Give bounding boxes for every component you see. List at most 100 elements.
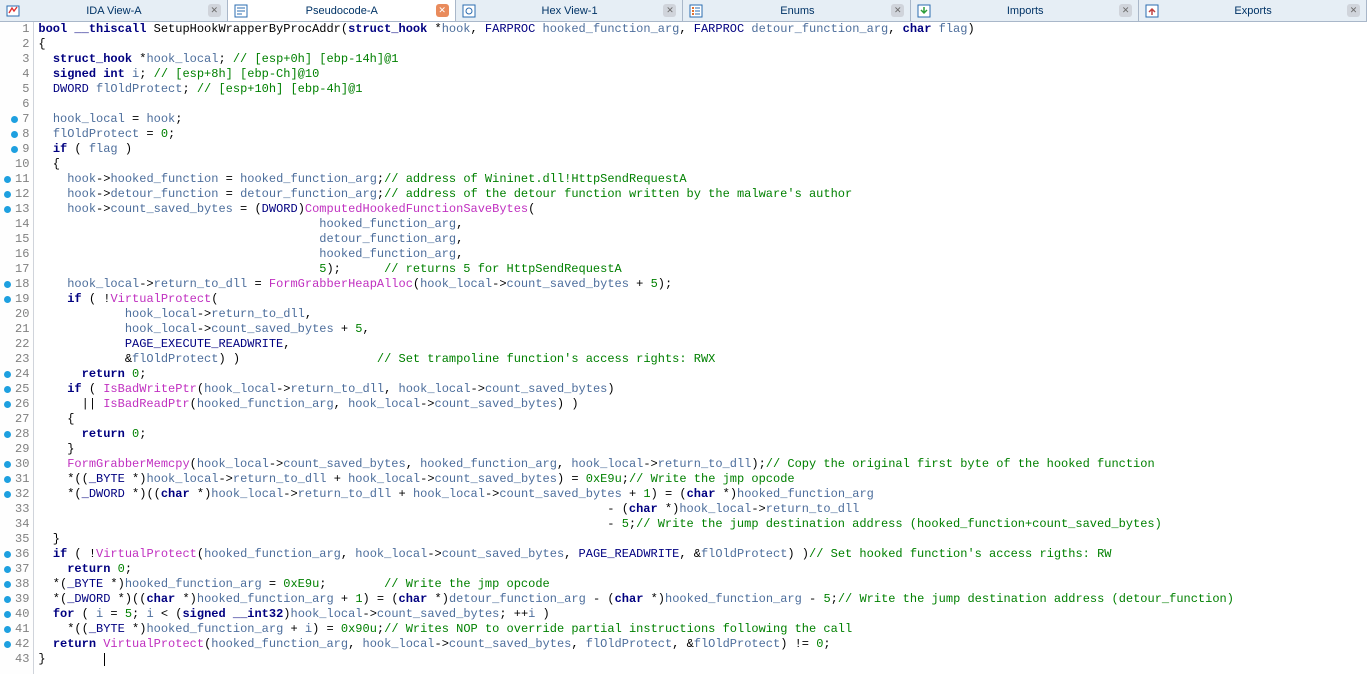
breakpoint-dot[interactable]	[4, 176, 11, 183]
code-line[interactable]: return VirtualProtect(hooked_function_ar…	[38, 637, 1234, 652]
code-line[interactable]: return 0;	[38, 562, 1234, 577]
code-line[interactable]: for ( i = 5; i < (signed __int32)hook_lo…	[38, 607, 1234, 622]
code-line[interactable]: hook->detour_function = detour_function_…	[38, 187, 1234, 202]
breakpoint-dot[interactable]	[4, 401, 11, 408]
tab-hex-view[interactable]: Hex View-1 ✕	[456, 0, 684, 21]
close-icon[interactable]: ✕	[436, 4, 449, 17]
code-line[interactable]: }	[38, 532, 1234, 547]
code-line[interactable]: }	[38, 442, 1234, 457]
code-line[interactable]: signed int i; // [esp+8h] [ebp-Ch]@10	[38, 67, 1234, 82]
code-line[interactable]: if ( !VirtualProtect(hooked_function_arg…	[38, 547, 1234, 562]
code-line[interactable]: || IsBadReadPtr(hooked_function_arg, hoo…	[38, 397, 1234, 412]
close-icon[interactable]: ✕	[1347, 4, 1360, 17]
code-line[interactable]: {	[38, 157, 1234, 172]
code-line[interactable]: bool __thiscall SetupHookWrapperByProcAd…	[38, 22, 1234, 37]
close-icon[interactable]: ✕	[1119, 4, 1132, 17]
breakpoint-dot[interactable]	[4, 326, 11, 333]
code-line[interactable]: hook_local->return_to_dll,	[38, 307, 1234, 322]
code-line[interactable]: hook_local->count_saved_bytes + 5,	[38, 322, 1234, 337]
breakpoint-dot[interactable]	[4, 356, 11, 363]
breakpoint-dot[interactable]	[4, 251, 11, 258]
breakpoint-dot[interactable]	[4, 431, 11, 438]
breakpoint-dot[interactable]	[4, 461, 11, 468]
breakpoint-dot[interactable]	[4, 371, 11, 378]
code-line[interactable]: if ( !VirtualProtect(	[38, 292, 1234, 307]
tab-enums[interactable]: Enums ✕	[683, 0, 911, 21]
breakpoint-dot[interactable]	[11, 71, 18, 78]
breakpoint-dot[interactable]	[11, 101, 18, 108]
code-line[interactable]	[38, 97, 1234, 112]
code-line[interactable]: &flOldProtect) ) // Set trampoline funct…	[38, 352, 1234, 367]
tab-imports[interactable]: Imports ✕	[911, 0, 1139, 21]
breakpoint-dot[interactable]	[4, 296, 11, 303]
code-line[interactable]: - (char *)hook_local->return_to_dll	[38, 502, 1234, 517]
code-line[interactable]: hook_local = hook;	[38, 112, 1234, 127]
breakpoint-dot[interactable]	[4, 566, 11, 573]
breakpoint-dot[interactable]	[4, 386, 11, 393]
code-line[interactable]: return 0;	[38, 367, 1234, 382]
breakpoint-dot[interactable]	[4, 611, 11, 618]
code-line[interactable]: - 5;// Write the jump destination addres…	[38, 517, 1234, 532]
breakpoint-dot[interactable]	[4, 521, 11, 528]
code-line[interactable]: *(_BYTE *)hooked_function_arg = 0xE9u; /…	[38, 577, 1234, 592]
code-line[interactable]: *(_DWORD *)((char *)hooked_function_arg …	[38, 592, 1234, 607]
breakpoint-dot[interactable]	[4, 581, 11, 588]
breakpoint-dot[interactable]	[4, 476, 11, 483]
code-line[interactable]: struct_hook *hook_local; // [esp+0h] [eb…	[38, 52, 1234, 67]
pseudocode-editor[interactable]: 1234567891011121314151617181920212223242…	[0, 22, 1367, 674]
close-icon[interactable]: ✕	[891, 4, 904, 17]
breakpoint-dot[interactable]	[4, 416, 11, 423]
tab-pseudocode[interactable]: Pseudocode-A ✕	[228, 0, 456, 21]
breakpoint-dot[interactable]	[4, 311, 11, 318]
code-line[interactable]: {	[38, 37, 1234, 52]
tab-ida-view[interactable]: IDA View-A ✕	[0, 0, 228, 21]
code-line[interactable]: hooked_function_arg,	[38, 217, 1234, 232]
code-line[interactable]: DWORD flOldProtect; // [esp+10h] [ebp-4h…	[38, 82, 1234, 97]
code-line[interactable]: FormGrabberMemcpy(hook_local->count_save…	[38, 457, 1234, 472]
breakpoint-dot[interactable]	[4, 551, 11, 558]
code-line[interactable]: hook->count_saved_bytes = (DWORD)Compute…	[38, 202, 1234, 217]
breakpoint-dot[interactable]	[4, 191, 11, 198]
close-icon[interactable]: ✕	[663, 4, 676, 17]
code-line[interactable]: hooked_function_arg,	[38, 247, 1234, 262]
code-line[interactable]: PAGE_EXECUTE_READWRITE,	[38, 337, 1234, 352]
code-line[interactable]: return 0;	[38, 427, 1234, 442]
breakpoint-dot[interactable]	[4, 596, 11, 603]
breakpoint-dot[interactable]	[11, 26, 18, 33]
code-line[interactable]: *(_DWORD *)((char *)hook_local->return_t…	[38, 487, 1234, 502]
breakpoint-dot[interactable]	[4, 266, 11, 273]
breakpoint-dot[interactable]	[11, 146, 18, 153]
code-line[interactable]: }	[38, 652, 1234, 667]
code-line[interactable]: *((_BYTE *)hook_local->return_to_dll + h…	[38, 472, 1234, 487]
code-body[interactable]: bool __thiscall SetupHookWrapperByProcAd…	[34, 22, 1238, 674]
code-line[interactable]: flOldProtect = 0;	[38, 127, 1234, 142]
code-line[interactable]: hook->hooked_function = hooked_function_…	[38, 172, 1234, 187]
breakpoint-dot[interactable]	[11, 131, 18, 138]
breakpoint-dot[interactable]	[4, 281, 11, 288]
breakpoint-dot[interactable]	[4, 341, 11, 348]
breakpoint-dot[interactable]	[4, 656, 11, 663]
breakpoint-dot[interactable]	[4, 161, 11, 168]
breakpoint-dot[interactable]	[11, 41, 18, 48]
code-line[interactable]: *((_BYTE *)hooked_function_arg + i) = 0x…	[38, 622, 1234, 637]
breakpoint-dot[interactable]	[11, 56, 18, 63]
breakpoint-dot[interactable]	[4, 491, 11, 498]
code-line[interactable]: if ( IsBadWritePtr(hook_local->return_to…	[38, 382, 1234, 397]
tab-exports[interactable]: Exports ✕	[1139, 0, 1367, 21]
breakpoint-dot[interactable]	[4, 206, 11, 213]
breakpoint-dot[interactable]	[4, 506, 11, 513]
breakpoint-dot[interactable]	[4, 626, 11, 633]
close-icon[interactable]: ✕	[208, 4, 221, 17]
code-line[interactable]: detour_function_arg,	[38, 232, 1234, 247]
breakpoint-dot[interactable]	[4, 446, 11, 453]
breakpoint-dot[interactable]	[4, 641, 11, 648]
breakpoint-dot[interactable]	[4, 221, 11, 228]
breakpoint-dot[interactable]	[4, 536, 11, 543]
code-line[interactable]: {	[38, 412, 1234, 427]
breakpoint-dot[interactable]	[11, 116, 18, 123]
code-line[interactable]: 5); // returns 5 for HttpSendRequestA	[38, 262, 1234, 277]
breakpoint-dot[interactable]	[4, 236, 11, 243]
code-line[interactable]: if ( flag )	[38, 142, 1234, 157]
code-line[interactable]: hook_local->return_to_dll = FormGrabberH…	[38, 277, 1234, 292]
breakpoint-dot[interactable]	[11, 86, 18, 93]
